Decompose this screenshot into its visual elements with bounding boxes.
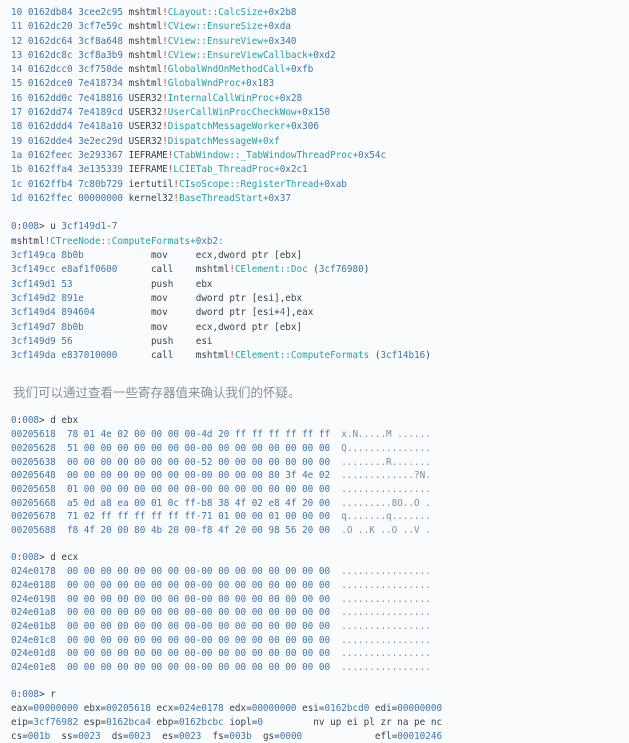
code-line: 024e01c8 00 00 00 00 00 00 00 00-00 00 0… bbox=[11, 634, 629, 648]
code-line: 024e0178 00 00 00 00 00 00 00 00-00 00 0… bbox=[11, 565, 629, 579]
code-line: 0:008> d ebx bbox=[11, 414, 629, 428]
code-line: 0:008> u 3cf149d1-7 bbox=[11, 220, 629, 234]
code-line: 024e01e8 00 00 00 00 00 00 00 00-00 00 0… bbox=[11, 661, 629, 675]
code-line: 00205648 00 00 00 00 00 00 00 00-00 00 0… bbox=[11, 469, 629, 483]
code-line: 11 0162dc20 3cf7e59c mshtml!CView::Ensur… bbox=[11, 20, 629, 34]
code-line: eax=00000000 ebx=00205618 ecx=024e0178 e… bbox=[11, 702, 629, 716]
code-line: 00205668 a5 0d a8 ea 00 01 0c ff-b8 38 4… bbox=[11, 497, 629, 511]
stack-trace-and-disassembly-block: 10 0162db84 3cee2c95 mshtml!CLayout::Cal… bbox=[0, 0, 629, 363]
code-line: 18 0162ddd4 7e418a10 USER32!DispatchMess… bbox=[11, 120, 629, 134]
code-line: 3cf149da e837010000 call mshtml!CElement… bbox=[11, 349, 629, 363]
code-line: 16 0162dd0c 7e418816 USER32!InternalCall… bbox=[11, 92, 629, 106]
commentary-text: 我们可以通过查看一些寄存器值来确认我们的怀疑。 bbox=[13, 385, 629, 402]
code-line bbox=[11, 538, 629, 552]
debugger-log-page: 10 0162db84 3cee2c95 mshtml!CLayout::Cal… bbox=[0, 0, 629, 743]
code-line: 00205658 01 00 00 00 00 00 00 00-00 00 0… bbox=[11, 483, 629, 497]
code-line: 024e0198 00 00 00 00 00 00 00 00-00 00 0… bbox=[11, 593, 629, 607]
code-line: 3cf149d7 8b0b mov ecx,dword ptr [ebx] bbox=[11, 321, 629, 335]
code-line: 1c 0162ffb4 7c80b729 iertutil!CIsoScope:… bbox=[11, 178, 629, 192]
code-line: cs=001b ss=0023 ds=0023 es=0023 fs=003b … bbox=[11, 730, 629, 743]
code-line: mshtml!CTreeNode::ComputeFormats+0xb2: bbox=[11, 235, 629, 249]
code-line: 3cf149d1 53 push ebx bbox=[11, 278, 629, 292]
code-line: 3cf149ca 8b0b mov ecx,dword ptr [ebx] bbox=[11, 249, 629, 263]
code-line: 024e01d8 00 00 00 00 00 00 00 00-00 00 0… bbox=[11, 647, 629, 661]
code-line: 1a 0162feec 3e293367 IEFRAME!CTabWindow:… bbox=[11, 149, 629, 163]
code-line: 3cf149d9 56 push esi bbox=[11, 335, 629, 349]
code-line: 10 0162db84 3cee2c95 mshtml!CLayout::Cal… bbox=[11, 6, 629, 20]
code-line: 19 0162dde4 3e2ec29d USER32!DispatchMess… bbox=[11, 135, 629, 149]
code-line: 00205628 51 00 00 00 00 00 00 00-00 00 0… bbox=[11, 442, 629, 456]
code-line bbox=[11, 675, 629, 689]
code-line: 14 0162dcc0 3cf750de mshtml!GlobalWndOnM… bbox=[11, 63, 629, 77]
code-line: 3cf149d2 891e mov dword ptr [esi],ebx bbox=[11, 292, 629, 306]
code-line: 00205688 f8 4f 20 00 80 4b 20 00-f8 4f 2… bbox=[11, 524, 629, 538]
code-line: 00205618 78 01 4e 02 00 00 00 00-4d 20 f… bbox=[11, 428, 629, 442]
code-line: 1d 0162ffec 00000000 kernel32!BaseThread… bbox=[11, 192, 629, 206]
code-line: 12 0162dc64 3cf8a648 mshtml!CView::Ensur… bbox=[11, 35, 629, 49]
code-line: 024e01a8 00 00 00 00 00 00 00 00-00 00 0… bbox=[11, 606, 629, 620]
code-line bbox=[11, 206, 629, 220]
code-line: 00205638 00 00 00 00 00 00 00 00-52 00 0… bbox=[11, 456, 629, 470]
code-line: eip=3cf76982 esp=0162bca4 ebp=0162bcbc i… bbox=[11, 716, 629, 730]
code-line: 17 0162dd74 7e4189cd USER32!UserCallWinP… bbox=[11, 106, 629, 120]
code-line: 1b 0162ffa4 3e135339 IEFRAME!LCIETab_Thr… bbox=[11, 163, 629, 177]
code-line: 024e0188 00 00 00 00 00 00 00 00-00 00 0… bbox=[11, 579, 629, 593]
code-line: 3cf149d4 894604 mov dword ptr [esi+4],ea… bbox=[11, 306, 629, 320]
code-line: 0:008> r bbox=[11, 688, 629, 702]
code-line: 13 0162dc8c 3cf8a3b9 mshtml!CView::Ensur… bbox=[11, 49, 629, 63]
code-line: 024e01b8 00 00 00 00 00 00 00 00-00 00 0… bbox=[11, 620, 629, 634]
code-line: 3cf149cc e8af1f0600 call mshtml!CElement… bbox=[11, 263, 629, 277]
code-line: 00205678 71 02 ff ff ff ff ff ff-71 01 0… bbox=[11, 510, 629, 524]
code-line: 15 0162dce0 7e418734 mshtml!GlobalWndPro… bbox=[11, 77, 629, 91]
code-line: 0:008> d ecx bbox=[11, 551, 629, 565]
memory-dump-and-registers-block: 0:008> d ebx00205618 78 01 4e 02 00 00 0… bbox=[0, 414, 629, 743]
